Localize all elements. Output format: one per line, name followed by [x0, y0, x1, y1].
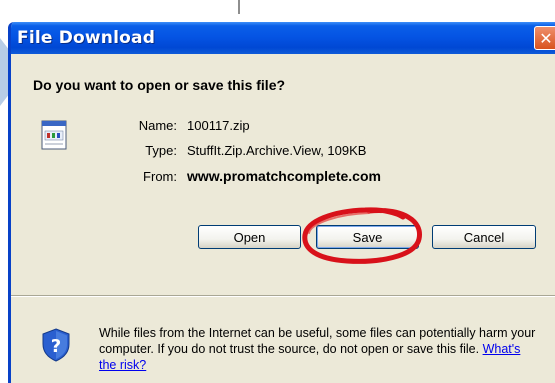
name-label: Name:: [138, 118, 177, 133]
file-download-dialog: File Download ✕ Do you want to open or s…: [8, 22, 555, 383]
cancel-button[interactable]: Cancel: [432, 225, 536, 249]
title-bar[interactable]: File Download ✕: [11, 22, 555, 54]
background-tick-mark: [238, 0, 240, 14]
close-button[interactable]: ✕: [534, 26, 555, 50]
dialog-question: Do you want to open or save this file?: [33, 77, 286, 93]
shield-question-icon: ?: [42, 328, 70, 362]
svg-text:?: ?: [51, 336, 61, 357]
warning-text: While files from the Internet can be use…: [99, 326, 536, 356]
name-value: 100117.zip: [187, 118, 250, 133]
security-warning: While files from the Internet can be use…: [99, 325, 539, 373]
open-button[interactable]: Open: [198, 225, 301, 249]
close-icon: ✕: [539, 28, 553, 48]
save-button[interactable]: Save: [316, 225, 419, 249]
dialog-title: File Download: [17, 28, 156, 48]
type-value: StuffIt.Zip.Archive.View, 109KB: [187, 143, 367, 158]
section-divider: [11, 295, 555, 297]
zip-file-icon: [41, 120, 67, 150]
from-label: From:: [143, 169, 177, 184]
from-value: www.promatchcomplete.com: [187, 168, 381, 184]
type-label: Type:: [145, 143, 177, 158]
